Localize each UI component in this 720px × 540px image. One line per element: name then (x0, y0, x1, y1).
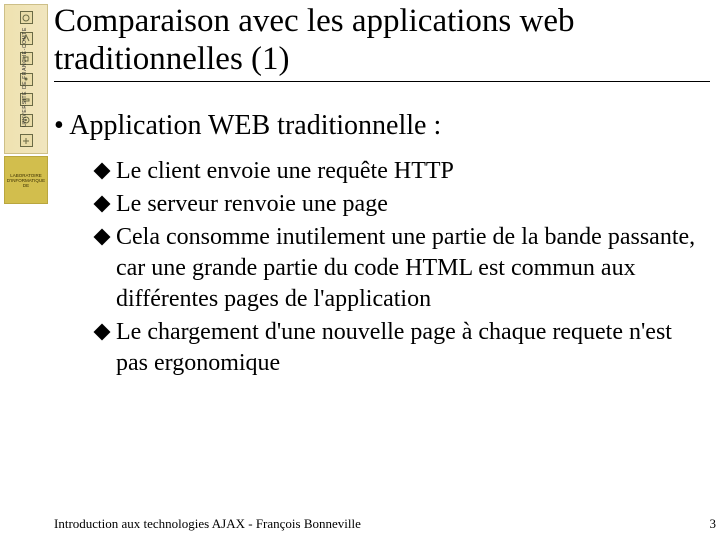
list-item: Cela consomme inutilement une partie de … (96, 222, 700, 315)
slide-footer: Introduction aux technologies AJAX - Fra… (54, 516, 361, 532)
page-number: 3 (710, 516, 717, 532)
diamond-bullet-icon (94, 163, 111, 180)
slide-body: Application WEB traditionnelle : Le clie… (54, 110, 700, 381)
diamond-bullet-icon (94, 196, 111, 213)
sub-bullet-text: Cela consomme inutilement une partie de … (116, 222, 700, 315)
sub-bullet-list: Le client envoie une requête HTTP Le ser… (96, 156, 700, 379)
list-item: Le chargement d'une nouvelle page à chaq… (96, 317, 700, 379)
title-underline (54, 81, 710, 82)
sub-bullet-text: Le chargement d'une nouvelle page à chaq… (116, 317, 700, 379)
sub-bullet-text: Le serveur renvoie une page (116, 189, 700, 220)
list-item: Le client envoie une requête HTTP (96, 156, 700, 187)
main-bullet: Application WEB traditionnelle : (54, 110, 700, 142)
slide-title: Comparaison avec les applications web tr… (54, 2, 710, 78)
diamond-bullet-icon (94, 229, 111, 246)
university-logo: UNIVERSITE DE FRANCHE-COMTE LABORATOIRE … (4, 4, 48, 204)
sub-bullet-text: Le client envoie une requête HTTP (116, 156, 700, 187)
logo-vertical-text: UNIVERSITE DE FRANCHE-COMTE (22, 7, 28, 147)
slide: UNIVERSITE DE FRANCHE-COMTE LABORATOIRE … (0, 0, 720, 540)
logo-lab-text: LABORATOIRE D'INFORMATIQUE DE (4, 156, 48, 204)
list-item: Le serveur renvoie une page (96, 189, 700, 220)
diamond-bullet-icon (94, 324, 111, 341)
